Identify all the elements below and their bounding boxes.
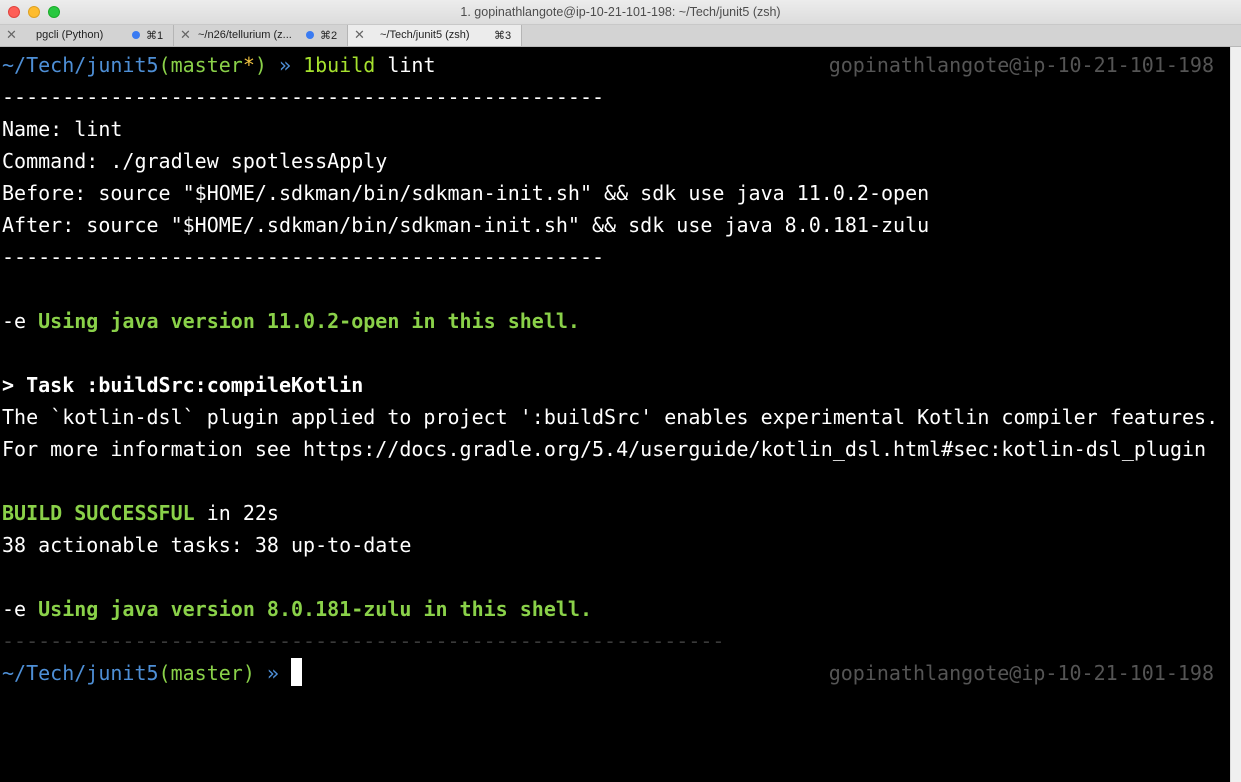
echo-flag: -e xyxy=(2,309,39,333)
tab-bar: ✕ pgcli (Python) ⌘1 ✕ ~/n26/tellurium (z… xyxy=(0,25,1241,47)
output-before-line: Before: source "$HOME/.sdkman/bin/sdkman… xyxy=(2,181,930,205)
command-name: 1build xyxy=(303,53,376,77)
text-cursor xyxy=(291,658,303,686)
terminal-output[interactable]: ~/Tech/junit5(master*) » 1build lint gop… xyxy=(0,47,1230,782)
prompt-line[interactable]: ~/Tech/junit5(master) » xyxy=(2,657,303,689)
title-bar: 1. gopinathlangote@ip-10-21-101-198: ~/T… xyxy=(0,0,1241,25)
prompt-arrow: » xyxy=(266,53,304,77)
kotlin-info-line: For more information see https://docs.gr… xyxy=(2,437,1207,461)
prompt-branch-open: ( xyxy=(158,661,171,685)
tasks-summary-line: 38 actionable tasks: 38 up-to-date xyxy=(2,533,412,557)
output-after-line: After: source "$HOME/.sdkman/bin/sdkman-… xyxy=(2,213,930,237)
using-java-line: -e Using java version 8.0.181-zulu in th… xyxy=(2,593,592,625)
separator-line: ----------------------------------------… xyxy=(2,85,605,109)
scrollbar[interactable] xyxy=(1230,47,1241,782)
terminal-window: 1. gopinathlangote@ip-10-21-101-198: ~/T… xyxy=(0,0,1241,782)
tab-label: ~/n26/tellurium (z... xyxy=(198,29,292,41)
output-command-line: Command: ./gradlew spotlessApply xyxy=(2,149,388,173)
tab-shortcut: ⌘2 xyxy=(320,30,338,42)
close-tab-icon[interactable]: ✕ xyxy=(180,27,191,43)
prompt-branch-open: ( xyxy=(158,53,171,77)
dim-separator-line: ----------------------------------------… xyxy=(2,629,725,653)
prompt-path: ~/Tech/junit5 xyxy=(2,53,159,77)
prompt-path: ~/Tech/junit5 xyxy=(2,661,159,685)
using-java-text: Using java version 8.0.181-zulu in this … xyxy=(38,597,593,621)
tab-shortcut: ⌘1 xyxy=(146,30,164,42)
activity-dot-icon xyxy=(132,31,140,39)
right-prompt: gopinathlangote@ip-10-21-101-198 xyxy=(828,661,1214,685)
command-arg: lint xyxy=(375,53,436,77)
tab-label: ~/Tech/junit5 (zsh) xyxy=(380,29,470,41)
window-title: 1. gopinathlangote@ip-10-21-101-198: ~/T… xyxy=(460,5,781,19)
prompt-dirty-flag: * xyxy=(242,53,255,77)
prompt-line: ~/Tech/junit5(master*) » 1build lint xyxy=(2,49,436,81)
right-prompt: gopinathlangote@ip-10-21-101-198 xyxy=(828,53,1214,77)
prompt-arrow: » xyxy=(254,661,292,685)
tab-shortcut: ⌘3 xyxy=(494,30,512,42)
build-status: BUILD SUCCESSFUL xyxy=(2,501,195,525)
activity-dot-icon xyxy=(306,31,314,39)
close-tab-icon[interactable]: ✕ xyxy=(354,27,365,43)
tab-pgcli[interactable]: ✕ pgcli (Python) ⌘1 xyxy=(0,25,174,46)
build-result-line: BUILD SUCCESSFUL in 22s xyxy=(2,497,279,529)
tab-junit5[interactable]: ✕ ~/Tech/junit5 (zsh) ⌘3 xyxy=(348,25,522,46)
echo-flag: -e xyxy=(2,597,39,621)
separator-line: ----------------------------------------… xyxy=(2,245,605,269)
close-tab-icon[interactable]: ✕ xyxy=(6,27,17,43)
using-java-text: Using java version 11.0.2-open in this s… xyxy=(38,309,580,333)
gradle-task-line: > Task :buildSrc:compileKotlin xyxy=(2,373,364,397)
tab-tellurium[interactable]: ✕ ~/n26/tellurium (z... ⌘2 xyxy=(174,25,348,46)
prompt-branch-close: ) xyxy=(254,53,267,77)
output-name-line: Name: lint xyxy=(2,117,123,141)
tab-label: pgcli (Python) xyxy=(36,29,104,41)
prompt-branch: master xyxy=(170,53,243,77)
prompt-branch: master xyxy=(170,661,243,685)
using-java-line: -e Using java version 11.0.2-open in thi… xyxy=(2,305,580,337)
build-time: in 22s xyxy=(194,501,279,525)
kotlin-warning-line: The `kotlin-dsl` plugin applied to proje… xyxy=(2,405,1219,429)
prompt-branch-close: ) xyxy=(242,661,255,685)
